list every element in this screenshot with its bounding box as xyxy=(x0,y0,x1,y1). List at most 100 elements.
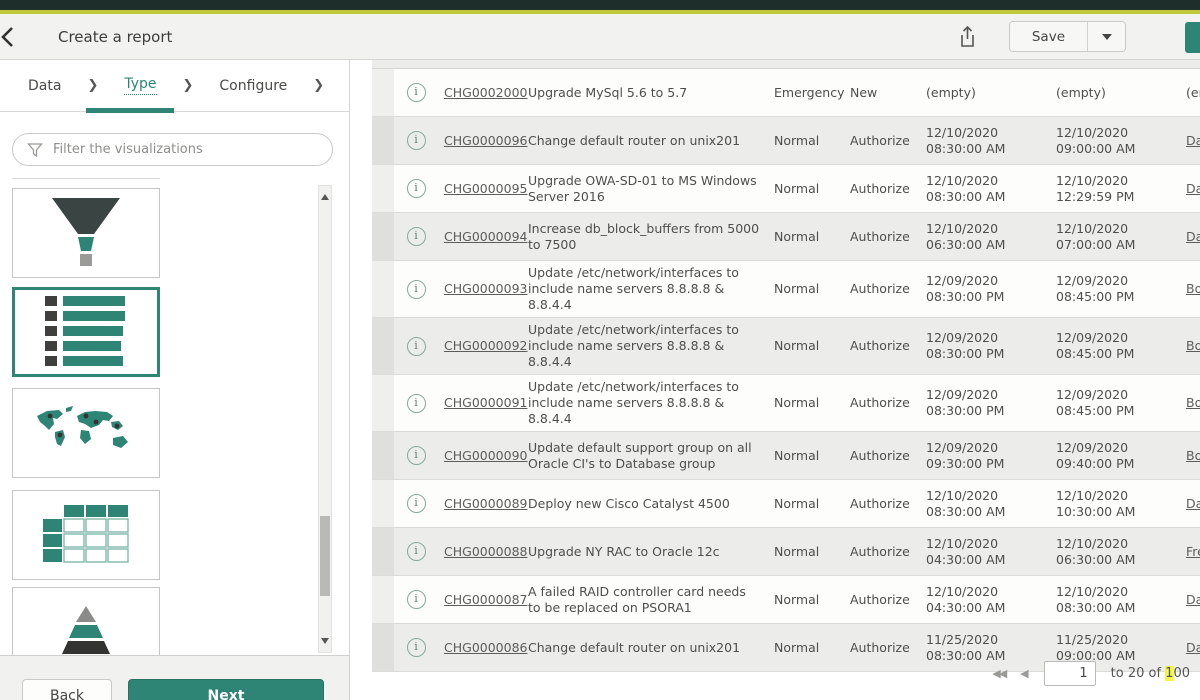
change-number-link[interactable]: CHG0002000 xyxy=(438,81,522,105)
end-date-cell: 12/10/2020 07:00:00 AM xyxy=(1050,217,1180,257)
back-button[interactable]: Back xyxy=(22,679,112,700)
short-description: Update /etc/network/interfaces to includ… xyxy=(522,318,768,374)
change-number-link[interactable]: CHG0000094 xyxy=(438,225,522,249)
state-cell: Authorize xyxy=(844,492,920,516)
info-icon[interactable]: i xyxy=(407,131,426,150)
start-date-cell: 12/10/2020 06:30:00 AM xyxy=(920,217,1050,257)
assigned-to-link[interactable]: Bow xyxy=(1180,277,1200,301)
table-row[interactable]: i CHG0002000 Upgrade MySql 5.6 to 5.7 Em… xyxy=(372,69,1200,117)
change-number-link[interactable]: CHG0000091 xyxy=(438,391,522,415)
start-date-cell: 12/10/2020 08:30:00 AM xyxy=(920,121,1050,161)
step-configure[interactable]: Configure xyxy=(219,78,287,94)
change-number-link[interactable]: CHG0000092 xyxy=(438,334,522,358)
assigned-to-link[interactable]: Bow xyxy=(1180,334,1200,358)
scrollbar-thumb[interactable] xyxy=(320,516,330,596)
short-description: Change default router on unix201 xyxy=(522,129,768,153)
change-number-link[interactable]: CHG0000089 xyxy=(438,492,522,516)
table-row[interactable]: i CHG0000096 Change default router on un… xyxy=(372,117,1200,165)
start-date-cell: 12/09/2020 08:30:00 PM xyxy=(920,326,1050,366)
end-date-cell: 12/10/2020 12:29:59 PM xyxy=(1050,169,1180,209)
assigned-to-link[interactable]: Dav xyxy=(1180,225,1200,249)
pagination: ◀◀ ◀ to 20 of 100 xyxy=(992,658,1190,688)
start-date-cell: 12/10/2020 08:30:00 AM xyxy=(920,169,1050,209)
end-date-cell: 12/09/2020 08:45:00 PM xyxy=(1050,383,1180,423)
step-type[interactable]: Type xyxy=(124,76,156,95)
viz-thumbnail-table[interactable] xyxy=(12,490,160,580)
viz-thumbnail-pyramid[interactable] xyxy=(12,587,160,655)
change-number-link[interactable]: CHG0000087 xyxy=(438,588,522,612)
change-number-link[interactable]: CHG0000088 xyxy=(438,540,522,564)
short-description: Upgrade OWA-SD-01 to MS Windows Server 2… xyxy=(522,169,768,209)
table-row[interactable]: i CHG0000093 Update /etc/network/interfa… xyxy=(372,261,1200,318)
table-row[interactable]: i CHG0000091 Update /etc/network/interfa… xyxy=(372,375,1200,432)
back-chevron-icon[interactable] xyxy=(0,26,40,48)
share-icon[interactable] xyxy=(957,24,979,50)
info-icon[interactable]: i xyxy=(407,83,426,102)
table-row[interactable]: i CHG0000092 Update /etc/network/interfa… xyxy=(372,318,1200,375)
info-icon[interactable]: i xyxy=(407,446,426,465)
state-cell: Authorize xyxy=(844,636,920,660)
assigned-to-link[interactable]: Bow xyxy=(1180,391,1200,415)
assigned-to-link[interactable]: Fre xyxy=(1180,540,1200,564)
start-date-cell: 12/10/2020 04:30:00 AM xyxy=(920,532,1050,572)
priority-cell: Normal xyxy=(768,492,844,516)
start-date-cell: 12/10/2020 08:30:00 AM xyxy=(920,484,1050,524)
change-number-link[interactable]: CHG0000090 xyxy=(438,444,522,468)
table-row[interactable]: i CHG0000089 Deploy new Cisco Catalyst 4… xyxy=(372,480,1200,528)
info-icon[interactable]: i xyxy=(407,638,426,657)
start-date-cell: 12/09/2020 09:30:00 PM xyxy=(920,436,1050,476)
save-button[interactable]: Save xyxy=(1010,22,1087,51)
step-data[interactable]: Data xyxy=(28,78,61,94)
priority-cell: Normal xyxy=(768,129,844,153)
row-gutter xyxy=(372,165,394,212)
info-icon[interactable]: i xyxy=(407,590,426,609)
scroll-up-icon[interactable] xyxy=(321,194,329,200)
save-dropdown-button[interactable] xyxy=(1087,22,1125,51)
change-number-link[interactable]: CHG0000093 xyxy=(438,277,522,301)
table-row[interactable]: i CHG0000094 Increase db_block_buffers f… xyxy=(372,213,1200,261)
state-cell: Authorize xyxy=(844,225,920,249)
bar-list-icon xyxy=(45,296,127,368)
viz-thumbnail-bar-list[interactable] xyxy=(12,287,160,377)
info-icon[interactable]: i xyxy=(407,394,426,413)
table-row[interactable]: i CHG0000088 Upgrade NY RAC to Oracle 12… xyxy=(372,528,1200,576)
start-date-cell: 12/09/2020 08:30:00 PM xyxy=(920,269,1050,309)
viz-thumbnail-world-map[interactable] xyxy=(12,388,160,478)
info-icon[interactable]: i xyxy=(407,542,426,561)
first-page-icon[interactable]: ◀◀ xyxy=(992,667,1005,680)
row-gutter xyxy=(372,480,394,527)
assigned-to-link[interactable]: Dav xyxy=(1180,177,1200,201)
viz-thumbnail-funnel[interactable] xyxy=(12,188,160,278)
change-number-link[interactable]: CHG0000096 xyxy=(438,129,522,153)
state-cell: Authorize xyxy=(844,391,920,415)
assigned-to-link[interactable]: Dav xyxy=(1180,492,1200,516)
row-gutter xyxy=(372,117,394,164)
previous-page-icon[interactable]: ◀ xyxy=(1020,667,1028,680)
change-number-link[interactable]: CHG0000095 xyxy=(438,177,522,201)
info-icon[interactable]: i xyxy=(407,494,426,513)
info-icon[interactable]: i xyxy=(407,337,426,356)
assigned-to-link[interactable]: Dav xyxy=(1180,636,1200,660)
row-gutter xyxy=(372,624,394,671)
info-icon[interactable]: i xyxy=(407,280,426,299)
create-report-screen: Create a report Save Data ❯ Type ❯ Confi… xyxy=(0,0,1200,700)
clipped-teal-button[interactable] xyxy=(1185,22,1200,53)
page-number-input[interactable] xyxy=(1044,661,1096,686)
assigned-to-link[interactable]: Dav xyxy=(1180,588,1200,612)
next-button[interactable]: Next xyxy=(128,679,324,700)
viz-list-scrollbar[interactable] xyxy=(318,185,332,653)
scroll-down-icon[interactable] xyxy=(321,638,329,644)
filter-visualizations-input[interactable] xyxy=(53,142,318,157)
assigned-to-link[interactable]: Bow xyxy=(1180,444,1200,468)
pagination-range-label: to 20 of 100 xyxy=(1111,666,1190,681)
caret-down-icon xyxy=(1102,34,1112,40)
visualization-list xyxy=(0,175,350,655)
table-row[interactable]: i CHG0000090 Update default support grou… xyxy=(372,432,1200,480)
table-row[interactable]: i CHG0000095 Upgrade OWA-SD-01 to MS Win… xyxy=(372,165,1200,213)
info-icon[interactable]: i xyxy=(407,179,426,198)
assigned-to-link[interactable]: Dav xyxy=(1180,129,1200,153)
end-date-cell: 12/09/2020 08:45:00 PM xyxy=(1050,326,1180,366)
table-row[interactable]: i CHG0000087 A failed RAID controller ca… xyxy=(372,576,1200,624)
change-number-link[interactable]: CHG0000086 xyxy=(438,636,522,660)
info-icon[interactable]: i xyxy=(407,227,426,246)
